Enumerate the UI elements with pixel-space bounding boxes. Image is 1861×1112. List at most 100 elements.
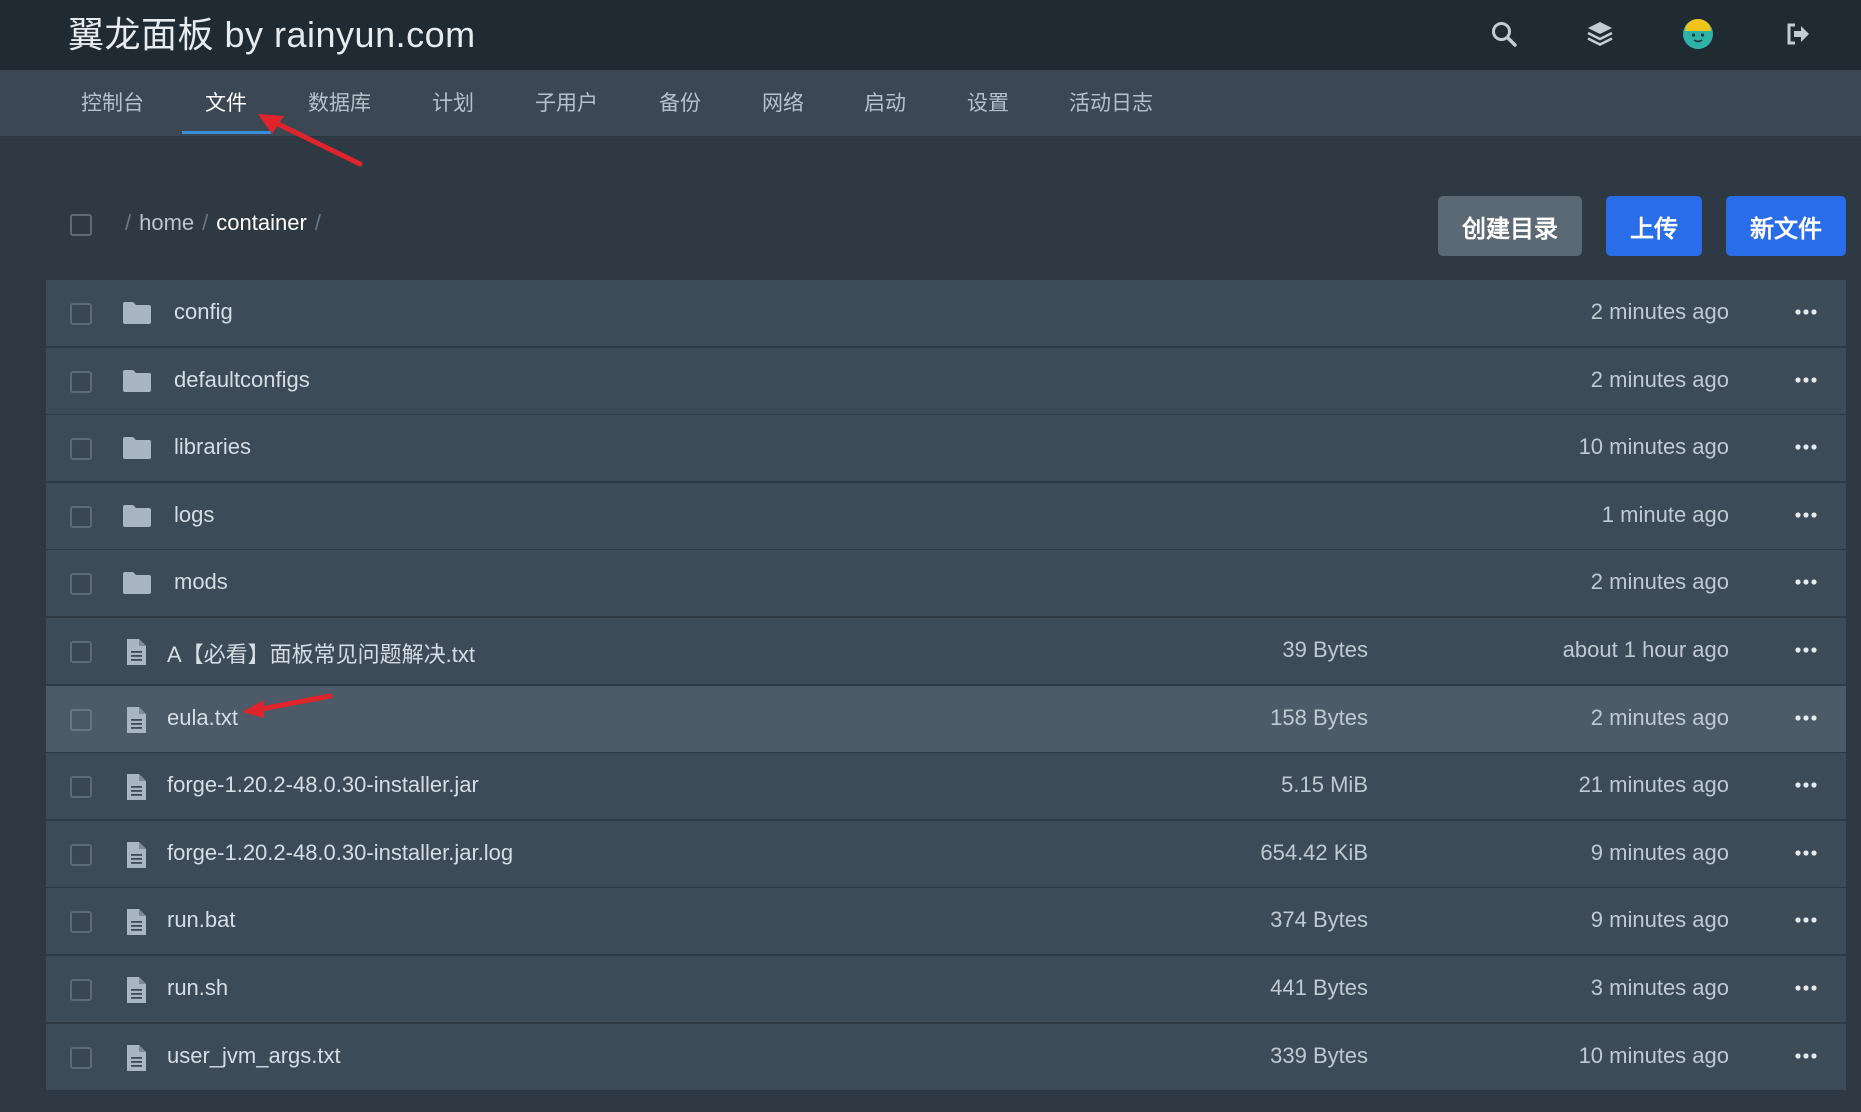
logout-icon[interactable] <box>1778 14 1818 54</box>
new-file-button[interactable]: 新文件 <box>1726 196 1846 256</box>
file-modified: 2 minutes ago <box>1590 366 1729 392</box>
search-icon[interactable] <box>1484 14 1524 54</box>
row-checkbox[interactable] <box>70 438 92 461</box>
folder-row[interactable]: defaultconfigs 2 minutes ago <box>46 347 1846 414</box>
file-name[interactable]: forge-1.20.2-48.0.30-installer.jar.log <box>167 840 513 866</box>
active-tab-indicator <box>182 131 271 134</box>
breadcrumb: / home / container / <box>117 210 329 236</box>
file-name[interactable]: forge-1.20.2-48.0.30-installer.jar <box>167 772 479 798</box>
file-row[interactable]: forge-1.20.2-48.0.30-installer.jar 5.15 M… <box>46 753 1846 820</box>
file-name[interactable]: defaultconfigs <box>174 367 310 393</box>
more-options-icon[interactable] <box>1788 497 1824 533</box>
folder-row[interactable]: mods 2 minutes ago <box>46 550 1846 617</box>
file-modified: 1 minute ago <box>1601 501 1729 527</box>
upload-button[interactable]: 上传 <box>1606 196 1702 256</box>
file-name[interactable]: eula.txt <box>167 705 238 731</box>
row-checkbox[interactable] <box>70 708 92 731</box>
more-options-icon[interactable] <box>1788 564 1824 600</box>
file-name[interactable]: A【必看】面板常见问题解决.txt <box>167 637 475 669</box>
file-list: config 2 minutes ago defaultconfigs 2 minut… <box>46 280 1846 1091</box>
avatar[interactable] <box>1678 14 1718 54</box>
file-row[interactable]: eula.txt 158 Bytes 2 minutes ago <box>46 685 1846 752</box>
file-icon <box>122 773 152 801</box>
file-modified: 2 minutes ago <box>1590 299 1729 324</box>
more-options-icon[interactable] <box>1788 1038 1824 1074</box>
file-name[interactable]: mods <box>174 569 228 595</box>
file-icon <box>122 1044 152 1071</box>
tab-backups[interactable]: 备份 <box>659 70 701 136</box>
file-icon <box>122 841 152 868</box>
file-row[interactable]: A【必看】面板常见问题解决.txt 39 Bytes about 1 hour ag… <box>46 617 1846 684</box>
file-modified: 10 minutes ago <box>1578 434 1729 460</box>
tab-startup[interactable]: 启动 <box>864 70 906 136</box>
tab-users[interactable]: 子用户 <box>535 70 598 136</box>
row-checkbox[interactable] <box>70 303 92 325</box>
row-checkbox[interactable] <box>70 843 92 866</box>
file-row[interactable]: run.bat 374 Bytes 9 minutes ago <box>46 888 1846 955</box>
tab-settings[interactable]: 设置 <box>967 70 1009 136</box>
file-size: 5.15 MiB <box>1281 772 1368 798</box>
row-checkbox[interactable] <box>70 573 92 596</box>
more-options-icon[interactable] <box>1788 429 1824 465</box>
file-modified: about 1 hour ago <box>1562 636 1729 662</box>
row-checkbox[interactable] <box>70 370 92 393</box>
tab-schedules[interactable]: 计划 <box>432 70 474 136</box>
file-modified: 2 minutes ago <box>1590 569 1729 595</box>
file-size: 374 Bytes <box>1270 907 1368 933</box>
brand-title[interactable]: 翼龙面板 by rainyun.com <box>68 6 476 58</box>
more-options-icon[interactable] <box>1788 970 1824 1006</box>
file-icon <box>122 976 152 1003</box>
file-icon <box>122 908 152 936</box>
folder-row[interactable]: libraries 10 minutes ago <box>46 415 1846 482</box>
file-name[interactable]: user_jvm_args.txt <box>167 1043 341 1069</box>
more-options-icon[interactable] <box>1788 362 1824 398</box>
breadcrumb-separator: / <box>125 210 132 235</box>
file-modified: 9 minutes ago <box>1590 907 1729 933</box>
file-name[interactable]: config <box>174 299 233 325</box>
row-checkbox[interactable] <box>70 978 92 1001</box>
tab-databases[interactable]: 数据库 <box>308 70 371 136</box>
file-size: 339 Bytes <box>1270 1042 1368 1068</box>
folder-icon <box>122 300 152 326</box>
file-name[interactable]: run.sh <box>167 975 228 1001</box>
row-checkbox[interactable] <box>70 911 92 934</box>
more-options-icon[interactable] <box>1788 632 1824 668</box>
more-options-icon[interactable] <box>1788 902 1824 938</box>
folder-row[interactable]: logs 1 minute ago <box>46 482 1846 549</box>
file-name[interactable]: libraries <box>174 434 251 460</box>
file-modified: 21 minutes ago <box>1578 772 1729 798</box>
file-size: 654.42 KiB <box>1260 839 1368 865</box>
folder-icon <box>122 503 152 529</box>
more-options-icon[interactable] <box>1788 835 1824 871</box>
tab-console[interactable]: 控制台 <box>81 70 144 136</box>
file-modified: 9 minutes ago <box>1590 839 1729 865</box>
breadcrumb-home[interactable]: home <box>139 210 194 235</box>
row-checkbox[interactable] <box>70 1046 92 1069</box>
row-checkbox[interactable] <box>70 776 92 799</box>
tab-files[interactable]: 文件 <box>205 70 247 136</box>
main-nav: 控制台 文件 数据库 计划 子用户 备份 网络 启动 设置 活动日志 <box>0 70 1861 137</box>
tab-activity[interactable]: 活动日志 <box>1069 70 1153 136</box>
select-all-checkbox[interactable] <box>70 214 92 236</box>
file-row[interactable]: forge-1.20.2-48.0.30-installer.jar.log 65… <box>46 820 1846 887</box>
file-row[interactable]: user_jvm_args.txt 339 Bytes 10 minutes ago <box>46 1023 1846 1090</box>
folder-icon <box>122 368 152 394</box>
breadcrumb-separator: / <box>314 210 321 235</box>
file-icon <box>122 638 152 665</box>
file-modified: 10 minutes ago <box>1578 1042 1729 1068</box>
more-options-icon[interactable] <box>1788 700 1824 736</box>
breadcrumb-container[interactable]: container <box>216 210 307 235</box>
row-checkbox[interactable] <box>70 640 92 663</box>
more-options-icon[interactable] <box>1788 767 1824 803</box>
create-directory-button[interactable]: 创建目录 <box>1438 196 1582 256</box>
file-name[interactable]: logs <box>174 502 214 528</box>
row-checkbox[interactable] <box>70 505 92 528</box>
more-options-icon[interactable] <box>1788 294 1824 330</box>
file-row[interactable]: run.sh 441 Bytes 3 minutes ago <box>46 955 1846 1022</box>
folder-icon <box>122 435 152 461</box>
layers-icon[interactable] <box>1580 14 1620 54</box>
file-size: 441 Bytes <box>1270 974 1368 1000</box>
folder-row[interactable]: config 2 minutes ago <box>46 280 1846 346</box>
tab-network[interactable]: 网络 <box>762 70 804 136</box>
file-name[interactable]: run.bat <box>167 907 236 933</box>
